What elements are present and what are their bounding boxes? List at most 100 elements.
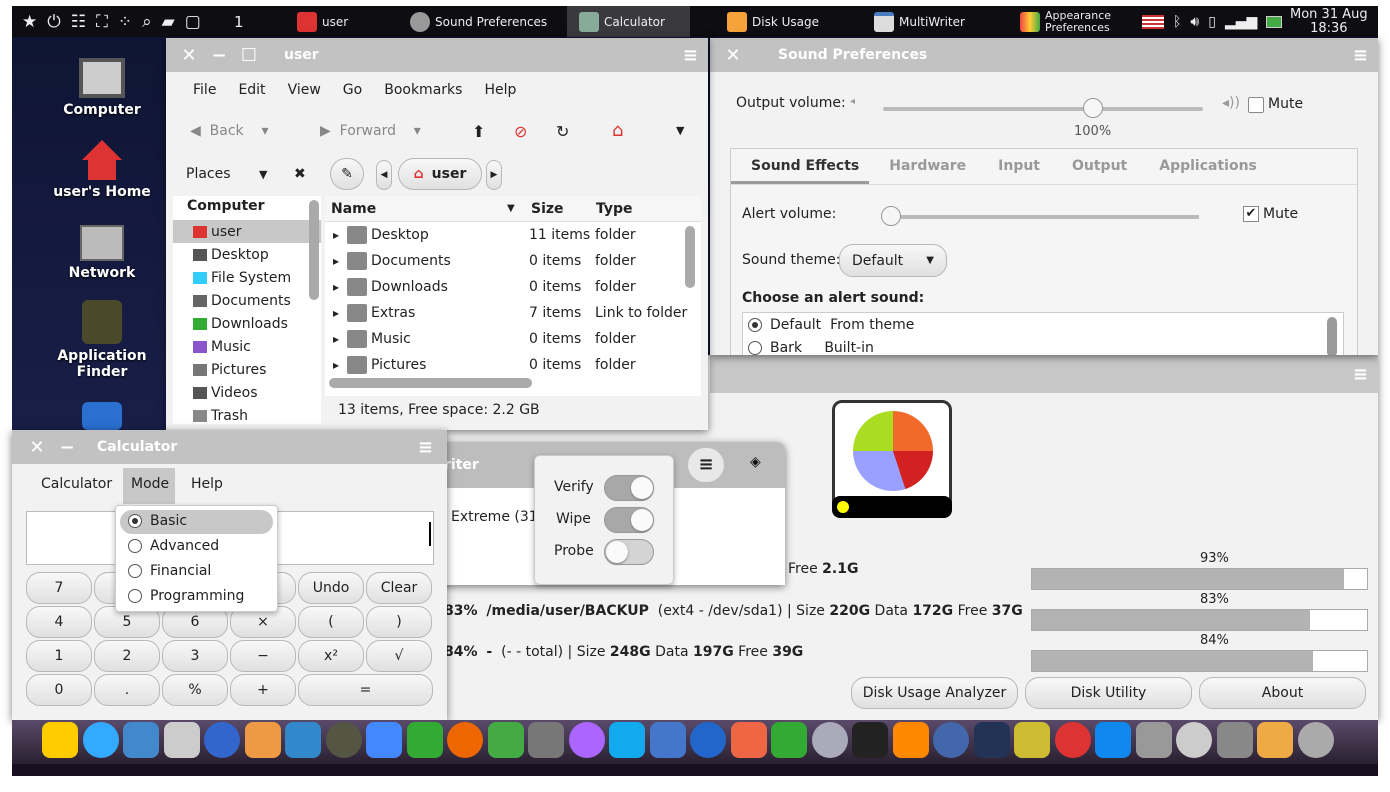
sidebar-item[interactable]: Music: [173, 335, 321, 358]
close-icon[interactable]: ✕: [174, 45, 204, 66]
mode-item-programming[interactable]: Programming: [120, 585, 273, 609]
dock-launcher[interactable]: [1014, 722, 1050, 758]
key-button[interactable]: Undo: [298, 572, 364, 604]
column-size[interactable]: Size: [531, 201, 564, 217]
sound-theme-dropdown[interactable]: Default ▼: [839, 244, 947, 277]
volume-icon[interactable]: 🔊︎: [1190, 14, 1199, 30]
menu-icon[interactable]: ≡: [1353, 364, 1368, 385]
dock-launcher[interactable]: [933, 722, 969, 758]
minimize-icon[interactable]: −: [204, 45, 234, 66]
desktop-icon[interactable]: ▢: [185, 12, 201, 32]
dock-launcher[interactable]: [771, 722, 807, 758]
chevron-down-icon[interactable]: ▼: [676, 124, 684, 137]
sidebar-item[interactable]: Videos: [173, 381, 321, 404]
expander-icon[interactable]: ▸: [333, 306, 339, 320]
path-user-button[interactable]: ⌂ user: [398, 158, 482, 190]
key-button[interactable]: 4: [26, 606, 92, 638]
expander-icon[interactable]: ▸: [333, 280, 339, 294]
expander-icon[interactable]: ▸: [333, 228, 339, 242]
table-row[interactable]: ▸ Extras 7 items Link to folder: [325, 300, 701, 326]
task-appearance-preferences[interactable]: Appearance Preferences: [1020, 6, 1115, 37]
list-item[interactable]: Bark Built-in: [748, 340, 874, 355]
dock-launcher[interactable]: [82, 722, 119, 758]
alert-volume-slider[interactable]: [881, 206, 1199, 226]
tab-output[interactable]: Output: [1056, 149, 1143, 184]
dock-launcher[interactable]: [568, 722, 605, 758]
apps-icon[interactable]: ⁘: [118, 12, 132, 32]
workspace-switcher[interactable]: 1: [234, 6, 244, 37]
task-user[interactable]: user: [297, 6, 348, 37]
close-icon[interactable]: ✕: [22, 437, 52, 458]
disk-usage-analyzer-button[interactable]: Disk Usage Analyzer: [851, 677, 1018, 709]
menu-edit[interactable]: Edit: [238, 82, 265, 98]
dock-launcher[interactable]: [811, 722, 848, 758]
minimize-icon[interactable]: −: [52, 437, 82, 458]
sidebar-scrollbar[interactable]: [309, 200, 319, 300]
tab-sound-effects[interactable]: Sound Effects: [731, 149, 870, 184]
sidebar-item[interactable]: Trash: [173, 404, 321, 424]
tab-applications[interactable]: Applications: [1143, 149, 1273, 184]
settings-icon[interactable]: ◈: [750, 454, 761, 470]
desktop-icon-settings[interactable]: [82, 402, 122, 430]
menu-bookmarks[interactable]: Bookmarks: [384, 82, 462, 98]
mode-item-financial[interactable]: Financial: [120, 560, 273, 584]
dock-launcher[interactable]: [1095, 722, 1131, 758]
output-volume-slider[interactable]: [883, 98, 1203, 118]
dock-launcher[interactable]: [609, 722, 645, 758]
dock-launcher[interactable]: [447, 722, 483, 758]
menu-go[interactable]: Go: [343, 82, 362, 98]
key-button[interactable]: 1: [26, 640, 92, 672]
menu-help[interactable]: Help: [484, 82, 516, 98]
sidebar-item[interactable]: Pictures: [173, 358, 321, 381]
power-manager-icon[interactable]: [1266, 15, 1283, 28]
places-dropdown-icon[interactable]: ▼: [259, 168, 267, 181]
key-button[interactable]: .: [94, 674, 160, 706]
key-button[interactable]: 2: [94, 640, 160, 672]
search-icon[interactable]: ⌕: [142, 12, 152, 32]
dock-launcher[interactable]: [730, 722, 767, 758]
key-button[interactable]: =: [298, 674, 433, 706]
verify-toggle[interactable]: [604, 475, 654, 501]
dock-launcher[interactable]: [487, 722, 524, 758]
dock-launcher[interactable]: [1216, 722, 1253, 758]
dock-launcher[interactable]: [528, 722, 564, 758]
forward-button[interactable]: ▶ Forward ▾: [320, 123, 421, 139]
key-button[interactable]: %: [162, 674, 228, 706]
wipe-toggle[interactable]: [604, 507, 654, 533]
tab-input[interactable]: Input: [982, 149, 1056, 184]
key-button[interactable]: (: [298, 606, 364, 638]
desktop-icon-computer[interactable]: Computer: [32, 58, 172, 118]
disk-utility-button[interactable]: Disk Utility: [1025, 677, 1192, 709]
column-type[interactable]: Type: [596, 201, 633, 217]
sidebar-item[interactable]: user: [173, 220, 321, 243]
mode-item-advanced[interactable]: Advanced: [120, 535, 273, 559]
close-icon[interactable]: ✕: [718, 45, 748, 66]
menu-mode[interactable]: Mode: [123, 468, 175, 504]
about-button[interactable]: About: [1199, 677, 1366, 709]
table-row[interactable]: ▸ Desktop 11 items folder: [325, 222, 701, 248]
signal-icon[interactable]: ▂▄▆: [1225, 14, 1257, 30]
maximize-icon[interactable]: ☐: [234, 45, 264, 66]
dock-launcher[interactable]: [406, 722, 443, 758]
path-right-button[interactable]: ▶: [486, 160, 502, 190]
table-row[interactable]: ▸ Music 0 items folder: [325, 326, 701, 352]
mode-item-basic[interactable]: Basic: [120, 510, 273, 534]
battery-icon[interactable]: ▯: [1208, 14, 1216, 30]
expander-icon[interactable]: ▸: [333, 332, 339, 346]
reload-icon[interactable]: ↻: [556, 122, 569, 141]
dock-launcher[interactable]: [42, 722, 78, 758]
task-sound-preferences[interactable]: Sound Preferences: [410, 6, 547, 37]
dock-launcher[interactable]: [649, 722, 686, 758]
dock-launcher[interactable]: [1135, 722, 1172, 758]
sidebar-item[interactable]: Documents: [173, 289, 321, 312]
edit-path-button[interactable]: ✎: [330, 158, 364, 190]
power-icon[interactable]: ⏻: [47, 12, 60, 32]
dock-launcher[interactable]: [244, 722, 281, 758]
dock-launcher[interactable]: [1297, 722, 1334, 758]
key-button[interactable]: Clear: [366, 572, 432, 604]
dock-launcher[interactable]: [366, 722, 402, 758]
dock-launcher[interactable]: [325, 722, 362, 758]
column-name[interactable]: Name: [331, 201, 376, 217]
dock-launcher[interactable]: [690, 722, 726, 758]
menu-icon[interactable]: ≡: [418, 437, 433, 458]
